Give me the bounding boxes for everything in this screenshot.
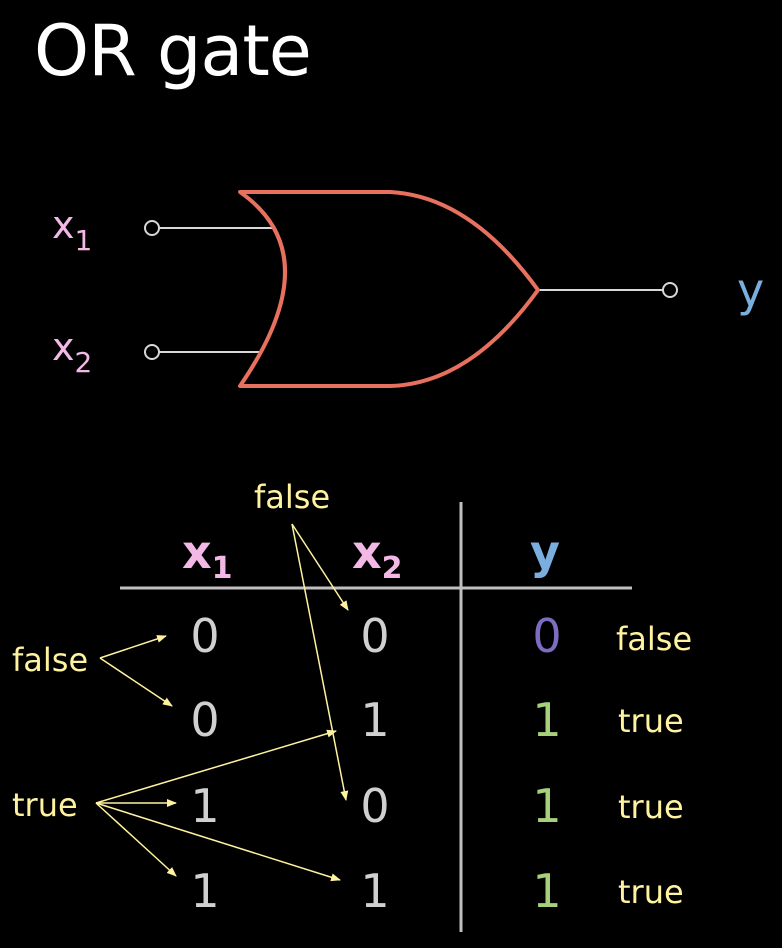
input-2-terminal (144, 344, 160, 360)
row-4-x2: 1 (360, 864, 389, 918)
header-y: y (530, 525, 560, 579)
header-x1: x1 (182, 525, 233, 586)
gate-output-label: y (737, 263, 764, 317)
annotation-left-true: true (12, 786, 78, 824)
row-2-x1: 0 (190, 693, 219, 747)
gate-input-1-label: x1 (52, 203, 92, 257)
row-4-y-word: true (618, 873, 684, 911)
row-3-y-word: true (618, 788, 684, 826)
row-2-x2: 1 (360, 693, 389, 747)
output-terminal (662, 282, 678, 298)
row-4-x1: 1 (190, 864, 219, 918)
row-2-y: 1 (532, 693, 561, 747)
row-1-x2: 0 (360, 609, 389, 663)
row-1-y-word: false (616, 620, 692, 658)
annotation-top-false: false (254, 478, 330, 516)
header-x2: x2 (352, 525, 403, 586)
row-2-y-word: true (618, 702, 684, 740)
or-gate-diagram: x1 x2 y x1 x2 y 0 0 0 0 1 1 1 0 1 1 1 1 … (12, 190, 764, 932)
row-4-y: 1 (532, 864, 561, 918)
arrow-left-false-row-1 (99, 635, 167, 659)
row-3-y: 1 (532, 779, 561, 833)
slide: OR gate x1 x2 y x1 x2 y 0 0 0 0 1 1 1 0 … (0, 0, 782, 948)
input-1-terminal (144, 220, 160, 236)
truth-table: x1 x2 y 0 0 0 0 1 1 1 0 1 1 1 1 false tr… (120, 502, 692, 932)
arrow-left-true-row-4-x1 (95, 802, 177, 877)
annotations: false false true (12, 478, 330, 824)
annotation-left-false: false (12, 641, 88, 679)
gate-circuit: x1 x2 y (52, 190, 764, 388)
row-3-x2: 0 (360, 779, 389, 833)
or-gate-shape (238, 190, 540, 388)
row-3-x1: 1 (190, 779, 219, 833)
arrow-left-false-row-2 (99, 657, 173, 707)
row-1-y: 0 (532, 609, 561, 663)
row-1-x1: 0 (190, 609, 219, 663)
gate-input-2-label: x2 (52, 325, 92, 379)
